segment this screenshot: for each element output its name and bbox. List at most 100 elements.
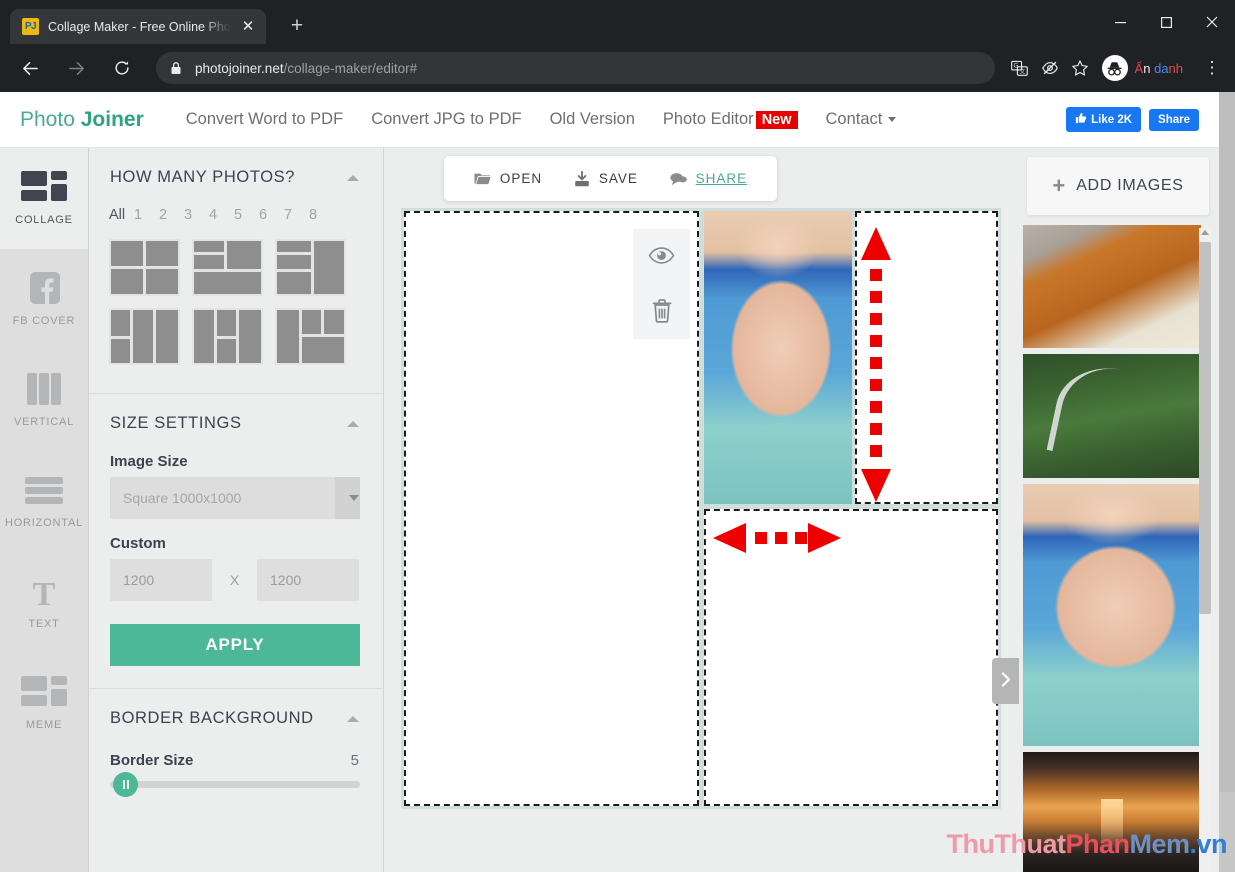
reload-icon[interactable] xyxy=(106,52,138,84)
collage-canvas[interactable] xyxy=(401,208,1001,809)
collage-cell-photo[interactable] xyxy=(704,211,852,504)
facebook-share-button[interactable]: Share xyxy=(1149,108,1199,131)
layout-template-left-tall-right-grid[interactable] xyxy=(275,308,346,365)
maximize-icon[interactable] xyxy=(1143,0,1189,44)
sidebar-item-text[interactable]: T TEXT xyxy=(0,552,88,653)
chevron-up-icon[interactable] xyxy=(347,174,359,181)
save-label: SAVE xyxy=(598,171,638,186)
nav-contact[interactable]: Contact xyxy=(812,110,911,129)
image-size-select[interactable]: Square 1000x1000 xyxy=(110,477,360,519)
window-controls xyxy=(1097,0,1235,44)
horizontal-resize-arrow xyxy=(713,521,841,560)
size-separator: X xyxy=(229,572,240,588)
thumb-girl-pool-image xyxy=(1023,484,1201,746)
layout-template-3col-left-split[interactable] xyxy=(109,308,180,365)
right-panel-toggle[interactable] xyxy=(992,658,1019,704)
forward-icon[interactable] xyxy=(60,52,92,84)
count-option-1[interactable]: 1 xyxy=(134,207,159,223)
sidebar-item-collage-label: COLLAGE xyxy=(15,214,73,226)
tool-rail: COLLAGE FB COVER VERTICAL HORIZONTAL T T… xyxy=(0,148,89,872)
count-option-2[interactable]: 2 xyxy=(159,207,184,223)
custom-width-input[interactable]: 1200 xyxy=(110,559,212,601)
minimize-icon[interactable] xyxy=(1097,0,1143,44)
svg-text:文: 文 xyxy=(1020,67,1026,75)
apply-button[interactable]: APPLY xyxy=(110,624,360,666)
how-many-photos-header[interactable]: HOW MANY PHOTOS? xyxy=(89,148,383,191)
thumb-girl-pool[interactable] xyxy=(1023,484,1201,746)
site-logo[interactable]: Photo Joiner xyxy=(20,108,144,132)
thumb-forest-road[interactable] xyxy=(1023,354,1201,478)
open-label: OPEN xyxy=(499,171,543,186)
sidebar-item-vertical[interactable]: VERTICAL xyxy=(0,350,88,451)
sidebar-item-meme-label: MEME xyxy=(25,719,63,731)
eye-slash-icon[interactable] xyxy=(1035,53,1065,83)
incognito-profile-button[interactable]: Ẩn danh xyxy=(1099,53,1195,83)
save-button[interactable]: SAVE xyxy=(574,170,638,187)
size-settings-title: SIZE SETTINGS xyxy=(110,414,242,432)
watermark: ThuThuatPhanMem.vn xyxy=(946,829,1227,860)
kebab-menu-icon[interactable]: ⋮ xyxy=(1197,53,1227,83)
sidebar-item-fb-cover[interactable]: FB COVER xyxy=(0,249,88,350)
star-icon[interactable] xyxy=(1065,53,1095,83)
tab-close-icon[interactable]: ✕ xyxy=(239,19,257,34)
sidebar-item-horizontal[interactable]: HORIZONTAL xyxy=(0,451,88,552)
chevron-up-icon[interactable] xyxy=(347,715,359,722)
layout-template-left-split-bottom-bar[interactable] xyxy=(192,239,263,296)
count-option-6[interactable]: 6 xyxy=(259,207,284,223)
facebook-like-button[interactable]: Like 2K xyxy=(1066,107,1142,132)
count-option-8[interactable]: 8 xyxy=(309,207,334,223)
thumb-book-pumpkins[interactable] xyxy=(1023,225,1201,348)
border-size-value: 5 xyxy=(350,752,359,769)
border-size-slider-handle[interactable] xyxy=(113,772,138,797)
layout-template-3col-mid-split[interactable] xyxy=(192,308,263,365)
nav-photo-editor[interactable]: Photo Editor New xyxy=(649,110,812,129)
translate-icon[interactable]: G文 xyxy=(1005,53,1035,83)
page-scroll-thumb[interactable] xyxy=(1219,92,1235,792)
border-size-label: Border Size xyxy=(110,752,194,769)
size-settings-header[interactable]: SIZE SETTINGS xyxy=(89,394,383,437)
count-option-7[interactable]: 7 xyxy=(284,207,309,223)
sidebar-item-meme[interactable]: MEME xyxy=(0,653,88,754)
thumbnail-scroll-thumb[interactable] xyxy=(1199,242,1211,614)
share-button[interactable]: SHARE xyxy=(669,171,748,186)
address-bar[interactable]: photojoiner.net/collage-maker/editor# xyxy=(156,52,995,84)
custom-height-input[interactable]: 1200 xyxy=(257,559,359,601)
vertical-resize-arrow xyxy=(860,227,892,507)
border-background-header[interactable]: BORDER BACKGROUND xyxy=(89,689,383,732)
browser-tab[interactable]: PJ Collage Maker - Free Online Phot ✕ xyxy=(10,9,266,44)
scroll-up-arrow-icon[interactable] xyxy=(1201,230,1209,235)
watermark-part-3: Mem xyxy=(1129,829,1190,859)
svg-text:T: T xyxy=(33,576,56,609)
border-size-slider[interactable] xyxy=(110,772,360,797)
new-tab-button[interactable]: + xyxy=(284,14,310,38)
layout-template-left-stack-right-big[interactable] xyxy=(275,239,346,296)
sidebar-item-vertical-label: VERTICAL xyxy=(14,416,74,428)
nav-old-version[interactable]: Old Version xyxy=(536,110,649,129)
thumbnail-list[interactable] xyxy=(1023,225,1219,872)
count-option-4[interactable]: 4 xyxy=(209,207,234,223)
layout-template-2x2[interactable] xyxy=(109,239,180,296)
back-icon[interactable] xyxy=(14,52,46,84)
trash-icon[interactable] xyxy=(651,298,673,323)
url-path: /collage-maker/editor# xyxy=(283,60,418,76)
close-window-icon[interactable] xyxy=(1189,0,1235,44)
brand-second: Joiner xyxy=(80,107,144,131)
page-scrollbar[interactable] xyxy=(1219,92,1235,872)
sidebar-item-horizontal-label: HORIZONTAL xyxy=(4,517,84,529)
open-button[interactable]: OPEN xyxy=(474,171,542,186)
count-option-3[interactable]: 3 xyxy=(184,207,209,223)
border-background-title: BORDER BACKGROUND xyxy=(110,709,314,727)
nav-convert-word-to-pdf[interactable]: Convert Word to PDF xyxy=(172,110,357,129)
eye-icon[interactable] xyxy=(648,246,675,265)
custom-size-label: Custom xyxy=(110,535,166,552)
chevron-up-icon[interactable] xyxy=(347,420,359,427)
nav-convert-jpg-to-pdf[interactable]: Convert JPG to PDF xyxy=(357,110,535,129)
watermark-part-4: .vn xyxy=(1189,829,1227,859)
count-option-all[interactable]: All xyxy=(109,207,134,223)
chevron-down-icon[interactable] xyxy=(335,477,360,519)
count-option-5[interactable]: 5 xyxy=(234,207,259,223)
add-images-button[interactable]: + ADD IMAGES xyxy=(1027,157,1209,215)
sidebar-item-collage[interactable]: COLLAGE xyxy=(0,148,88,249)
incognito-label: Ẩn danh xyxy=(1134,60,1183,76)
thumbnail-scrollbar[interactable] xyxy=(1199,228,1211,872)
